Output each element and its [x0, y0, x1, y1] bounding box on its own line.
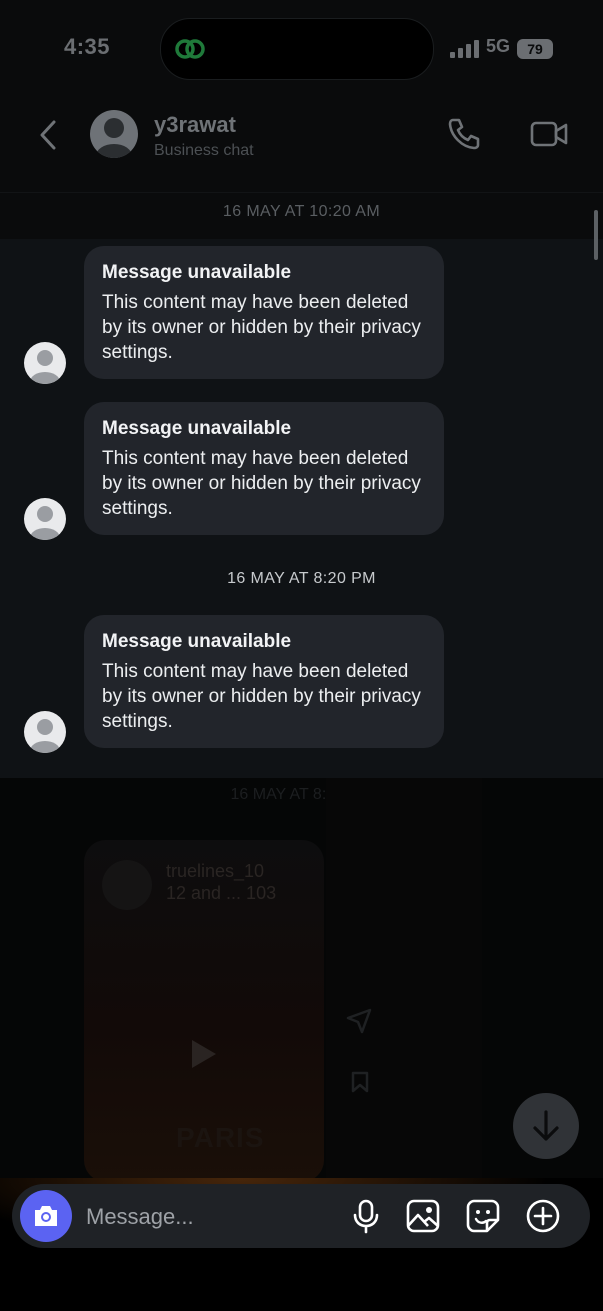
message-body: This content may have been deleted by it…	[102, 661, 421, 732]
status-bar: 4:35 5G 79	[0, 0, 603, 96]
back-chevron-icon[interactable]	[34, 118, 62, 152]
link-icon	[175, 39, 205, 59]
contact-subtitle: Business chat	[154, 142, 254, 159]
play-icon[interactable]	[182, 1034, 222, 1074]
video-call-icon[interactable]	[529, 114, 569, 154]
person-icon	[96, 118, 132, 158]
signal-icon	[450, 40, 479, 58]
reel-title: PARIS	[176, 1122, 265, 1153]
message-body: This content may have been deleted by it…	[102, 292, 421, 363]
gallery-icon[interactable]	[405, 1198, 441, 1234]
add-icon[interactable]	[525, 1198, 561, 1234]
dynamic-island	[160, 18, 434, 80]
camera-icon	[35, 1206, 57, 1226]
scroll-to-bottom-button[interactable]	[513, 1093, 579, 1159]
sender-avatar[interactable]	[24, 498, 66, 540]
person-icon	[30, 506, 60, 540]
microphone-icon[interactable]	[348, 1198, 384, 1234]
message-title: Message unavailable	[102, 631, 292, 652]
message-input[interactable]	[84, 1200, 328, 1234]
battery-indicator: 79	[517, 39, 553, 59]
contact-avatar[interactable]	[90, 110, 138, 158]
date-separator: 16 MAY AT 10:20 AM	[0, 193, 603, 239]
message-title: Message unavailable	[102, 262, 292, 283]
reel-account-line-2: 12 and ... 103	[166, 883, 277, 903]
composer-area	[0, 1178, 603, 1311]
contact-name[interactable]: y3rawat	[154, 112, 236, 138]
network-type: 5G	[486, 36, 511, 56]
date-separator: 16 MAY AT 8:20 PM	[230, 786, 373, 803]
message-body: This content may have been deleted by it…	[102, 448, 421, 519]
arrow-down-icon	[533, 1110, 559, 1141]
sender-avatar[interactable]	[24, 342, 66, 384]
message-title: Message unavailable	[102, 418, 292, 439]
phone-call-icon[interactable]	[444, 114, 484, 154]
message-bubble[interactable]: Message unavailable This content may hav…	[84, 246, 444, 379]
sender-avatar[interactable]	[24, 711, 66, 753]
message-composer	[12, 1184, 590, 1248]
scrollbar-thumb[interactable]	[594, 210, 598, 260]
person-icon	[30, 350, 60, 384]
reel-account-name: truelines_10 12 and ... 103	[166, 860, 276, 904]
sticker-icon[interactable]	[465, 1198, 501, 1234]
chat-header: y3rawat Business chat	[0, 96, 603, 193]
side-shade	[326, 778, 482, 1182]
person-icon	[30, 719, 60, 753]
reel-account-avatar	[102, 860, 152, 910]
bookmark-icon[interactable]	[348, 1070, 372, 1094]
share-icon[interactable]	[344, 1006, 374, 1036]
message-bubble[interactable]: Message unavailable This content may hav…	[84, 615, 444, 748]
reel-account-line-1: truelines_10	[166, 861, 265, 881]
status-time: 4:35	[64, 34, 111, 59]
camera-button[interactable]	[20, 1190, 72, 1242]
message-bubble[interactable]: Message unavailable This content may hav…	[84, 402, 444, 535]
date-separator: 16 MAY AT 8:20 PM	[227, 570, 376, 587]
